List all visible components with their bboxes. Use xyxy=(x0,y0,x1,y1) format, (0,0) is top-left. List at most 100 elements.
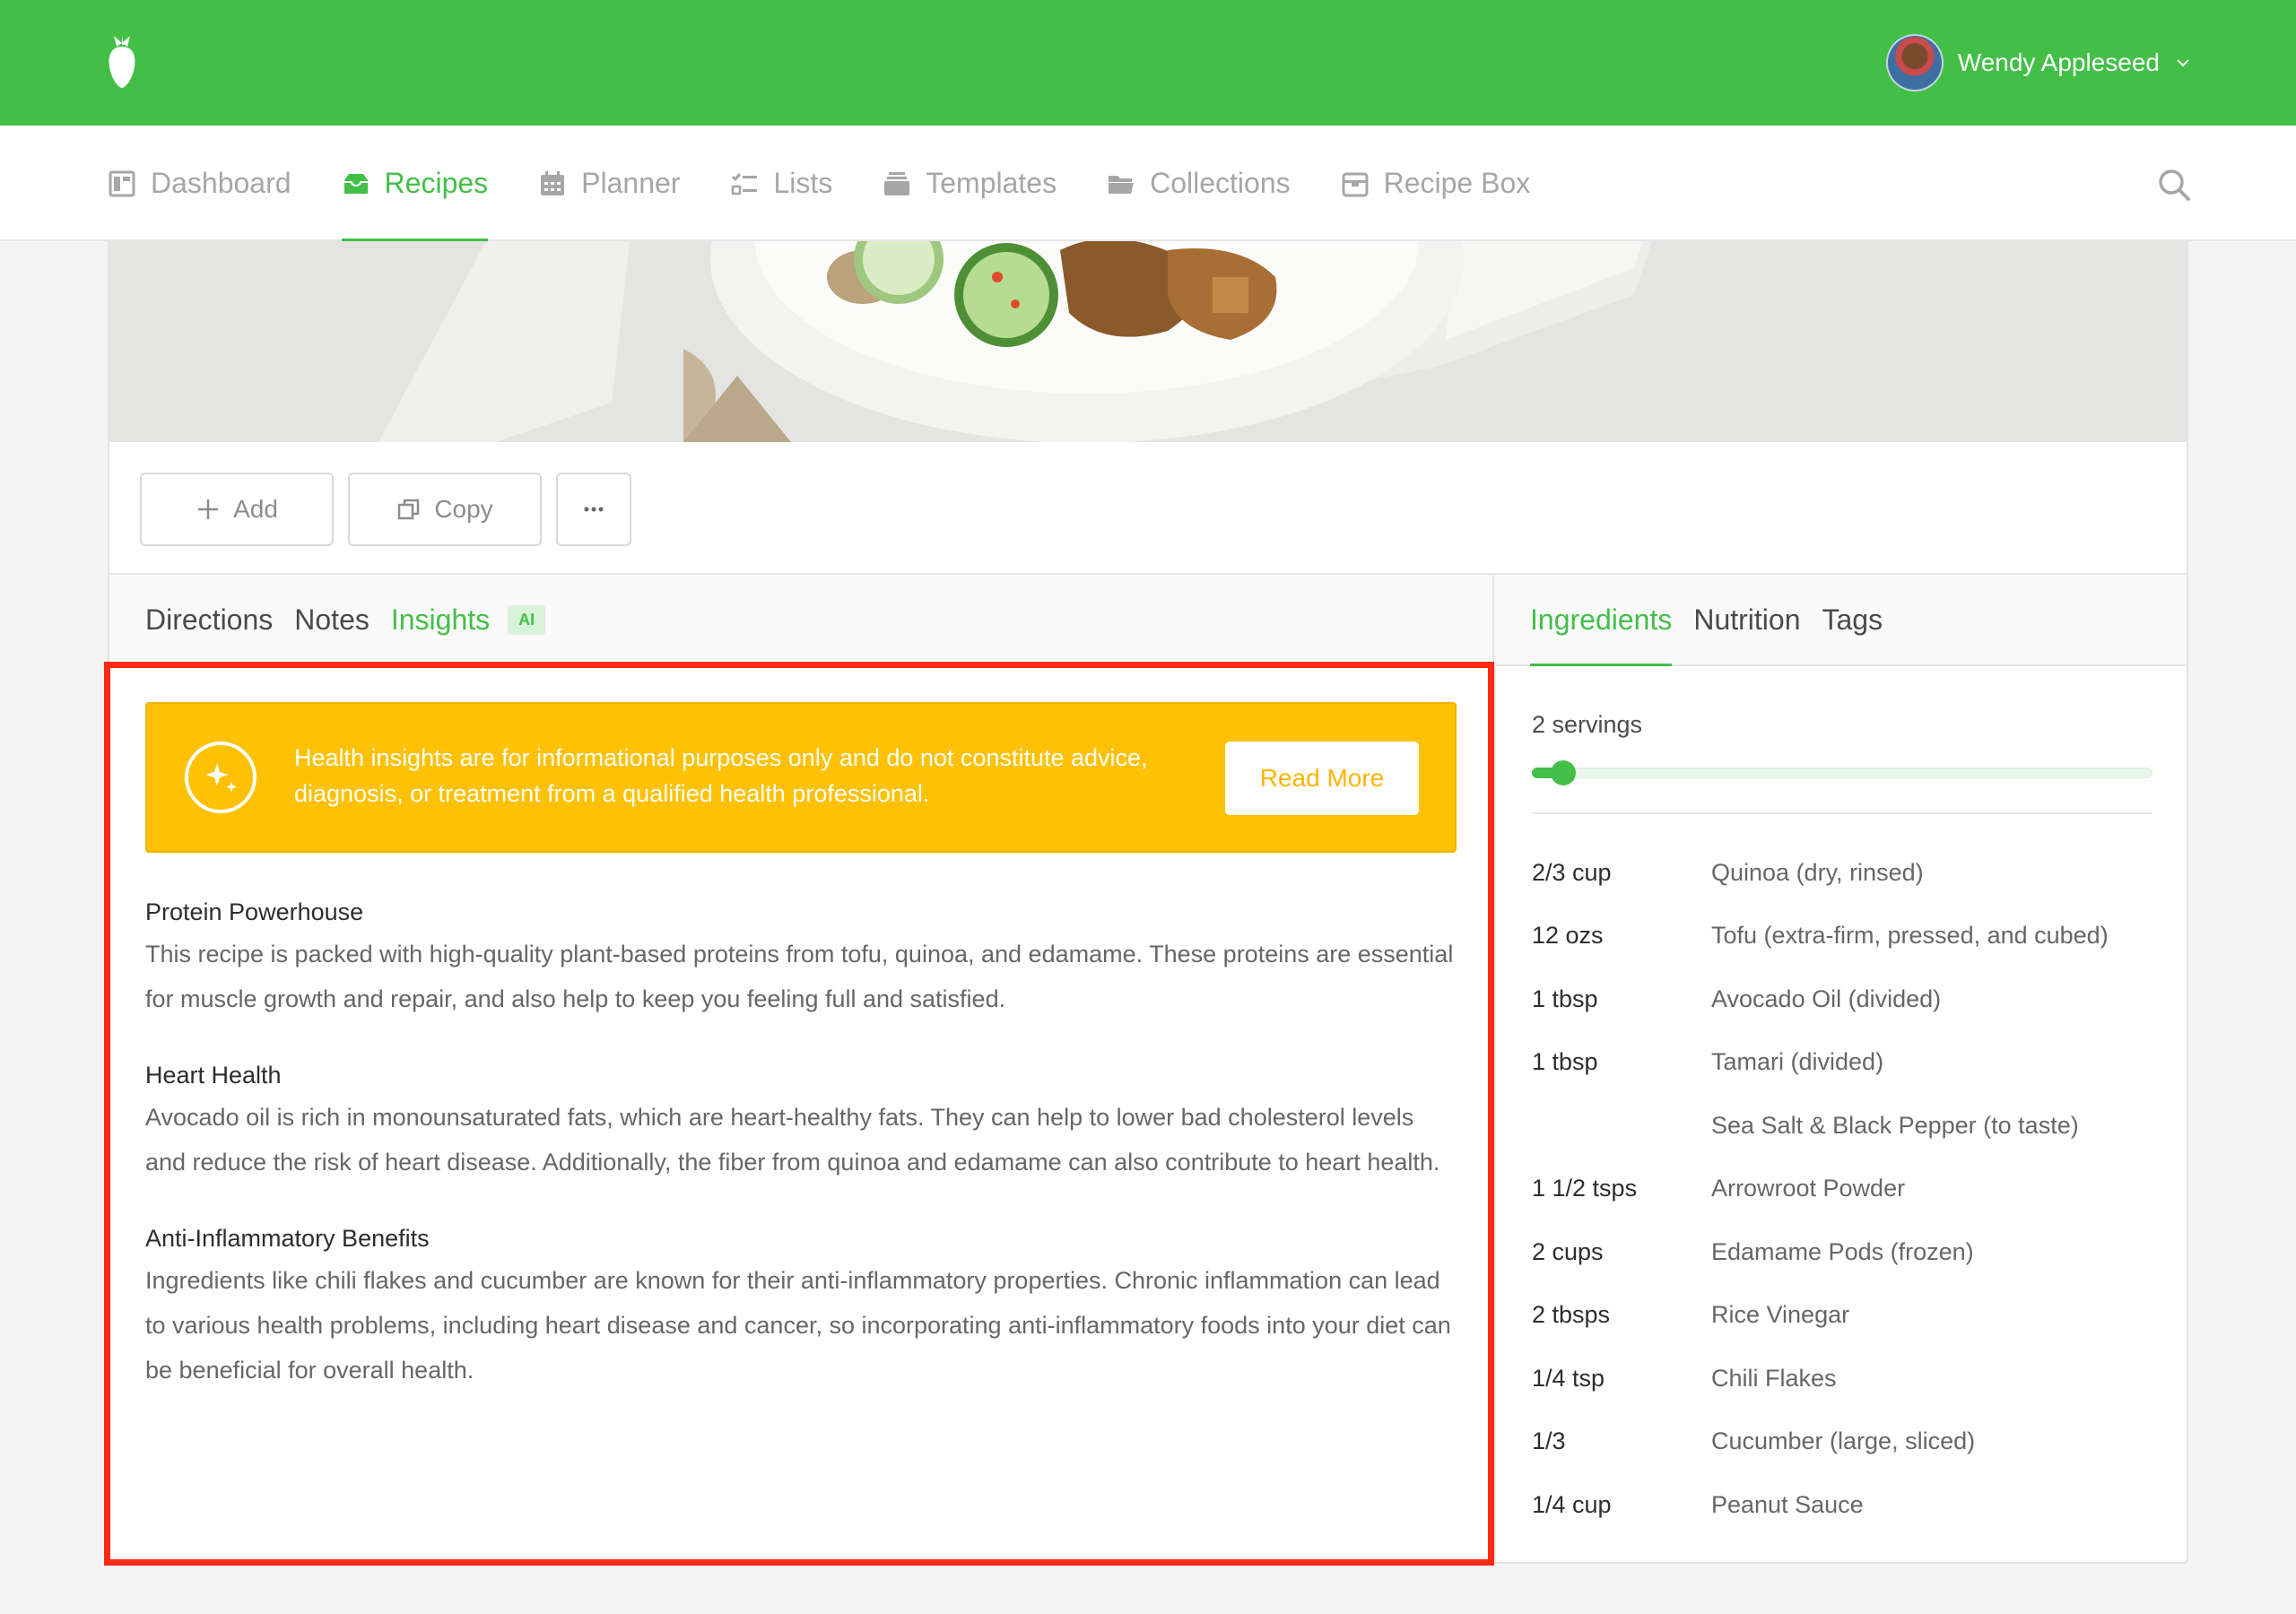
dashboard-icon xyxy=(109,170,135,196)
ingredient-name: Chili Flakes xyxy=(1711,1364,1837,1392)
banner-text: Health insights are for informational pu… xyxy=(294,744,1148,807)
nav-recipe-box[interactable]: Recipe Box xyxy=(1341,126,1531,241)
ingredient-qty: 1 tbsp xyxy=(1532,985,1598,1012)
divider xyxy=(1532,812,2152,814)
tab-nutrition[interactable]: Nutrition xyxy=(1693,575,1800,664)
nav-label: Dashboard xyxy=(151,167,291,199)
ingredient-list: 2/3 cup Quinoa (dry, rinsed) 12 ozs Tofu (… xyxy=(1532,841,2152,1537)
add-button[interactable]: Add xyxy=(140,473,334,546)
insight-body: Avocado oil is rich in monounsaturated f… xyxy=(145,1104,1440,1176)
folder-icon xyxy=(1109,175,1135,194)
nav-recipes[interactable]: Recipes xyxy=(341,126,489,242)
ingredient-name: Sea Salt & Black Pepper (to taste) xyxy=(1711,1111,2079,1139)
plus-icon xyxy=(198,499,219,519)
slider-track[interactable] xyxy=(1532,768,2152,778)
insight-title: Protein Powerhouse xyxy=(145,898,364,925)
recipe-hero-image xyxy=(109,241,2187,442)
ingredient-row: Sea Salt & Black Pepper (to taste) xyxy=(1532,1094,2152,1158)
insight-title: Heart Health xyxy=(145,1062,282,1089)
ingredient-row: 1/4 tsp Chili Flakes xyxy=(1532,1347,2152,1410)
insights-panel: Health insights are for informational pu… xyxy=(145,702,1457,1393)
copy-button[interactable]: Copy xyxy=(348,473,542,546)
ingredient-qty: 2 cups xyxy=(1532,1237,1604,1265)
nav-label: Templates xyxy=(926,167,1057,199)
ingredients-panel: 2 servings 2/3 cup Quinoa (dry, rinsed) 1… xyxy=(1532,666,2152,1537)
ai-badge: AI xyxy=(508,604,546,635)
box-icon xyxy=(1342,172,1369,196)
more-button[interactable] xyxy=(556,473,631,546)
ingredient-name: Cucumber (large, sliced) xyxy=(1711,1427,1976,1455)
ingredient-row: 2 cups Edamame Pods (frozen) xyxy=(1532,1220,2152,1284)
ingredient-qty: 12 ozs xyxy=(1532,922,1604,950)
templates-icon xyxy=(884,171,910,195)
user-name: Wendy Appleseed xyxy=(1957,48,2160,76)
nav-templates[interactable]: Templates xyxy=(883,126,1057,241)
tab-tags[interactable]: Tags xyxy=(1822,575,1883,664)
ingredient-qty: 2 tbsps xyxy=(1532,1301,1611,1329)
nav-label: Recipes xyxy=(384,167,489,199)
insight-section: Anti-Inflammatory Benefits Ingredients l… xyxy=(145,1220,1457,1393)
nav-label: Planner xyxy=(581,167,681,199)
nav-label: Lists xyxy=(773,167,833,199)
insight-body: Ingredients like chili flakes and cucumb… xyxy=(145,1267,1451,1384)
ingredient-name: Arrowroot Powder xyxy=(1711,1175,1906,1202)
ingredient-name: Rice Vinegar xyxy=(1711,1301,1850,1329)
ingredient-row: 2 tbsps Rice Vinegar xyxy=(1532,1284,2152,1348)
recipes-icon xyxy=(344,173,368,194)
ingredient-qty: 1 tbsp xyxy=(1532,1048,1598,1076)
insight-title: Anti-Inflammatory Benefits xyxy=(145,1225,430,1252)
copy-icon xyxy=(398,499,420,520)
ingredient-name: Avocado Oil (divided) xyxy=(1711,985,1942,1012)
ingredient-name: Peanut Sauce xyxy=(1711,1490,1864,1518)
user-menu[interactable]: Wendy Appleseed xyxy=(1885,32,2192,93)
nav-label: Recipe Box xyxy=(1383,167,1531,199)
nav-dashboard[interactable]: Dashboard xyxy=(108,126,291,241)
top-bar: Wendy Appleseed xyxy=(0,0,2296,126)
servings-label: 2 servings xyxy=(1532,711,1643,738)
ingredient-name: Tamari (divided) xyxy=(1711,1048,1884,1076)
ingredient-qty: 1/4 tsp xyxy=(1532,1364,1605,1392)
nav-planner[interactable]: Planner xyxy=(538,126,680,241)
insight-section: Protein Powerhouse This recipe is packed… xyxy=(145,894,1457,1021)
tab-directions[interactable]: Directions xyxy=(145,603,273,637)
ingredient-qty: 2/3 cup xyxy=(1532,858,1612,886)
ingredient-qty: 1/3 xyxy=(1532,1427,1566,1455)
servings-slider[interactable] xyxy=(1532,760,2152,785)
ingredient-row: 2/3 cup Quinoa (dry, rinsed) xyxy=(1532,841,2152,905)
ingredient-qty: 1/4 cup xyxy=(1532,1490,1612,1518)
ingredient-qty: 1 1/2 tsps xyxy=(1532,1175,1638,1202)
recipe-actions: Add Copy xyxy=(109,442,2187,575)
read-more-button[interactable]: Read More xyxy=(1225,742,1419,815)
avatar[interactable] xyxy=(1885,34,1944,91)
chevron-down-icon xyxy=(2177,59,2189,67)
nav-collections[interactable]: Collections xyxy=(1107,126,1291,241)
nav-label: Collections xyxy=(1150,167,1291,199)
calendar-icon xyxy=(541,170,565,195)
tab-notes[interactable]: Notes xyxy=(294,603,370,637)
recipe-card: Add Copy Directions Notes Insights AI In… xyxy=(108,241,2188,1564)
ingredient-name: Quinoa (dry, rinsed) xyxy=(1711,858,1924,886)
main-nav: Dashboard Recipes Planner Lists Template… xyxy=(0,126,2296,242)
insight-section: Heart Health Avocado oil is rich in mono… xyxy=(145,1057,1457,1184)
tab-ingredients[interactable]: Ingredients xyxy=(1530,575,1673,666)
nav-lists[interactable]: Lists xyxy=(730,126,832,241)
search-icon[interactable] xyxy=(2156,167,2192,203)
add-button-label: Add xyxy=(233,495,278,523)
recipe-right-tabs: Ingredients Nutrition Tags xyxy=(1494,575,2187,666)
ingredient-name: Tofu (extra-firm, pressed, and cubed) xyxy=(1711,922,2109,950)
ingredient-name: Edamame Pods (frozen) xyxy=(1711,1237,1974,1265)
panel-divider xyxy=(1494,666,1496,1562)
ingredient-row: 1 1/2 tsps Arrowroot Powder xyxy=(1532,1158,2152,1221)
tab-insights[interactable]: Insights xyxy=(391,603,490,637)
ingredient-row: 1 tbsp Tamari (divided) xyxy=(1532,1031,2152,1095)
health-disclaimer-banner: Health insights are for informational pu… xyxy=(145,702,1457,853)
ingredient-row: 1 tbsp Avocado Oil (divided) xyxy=(1532,968,2152,1031)
insight-body: This recipe is packed with high-quality … xyxy=(145,941,1454,1012)
recipe-left-tabs: Directions Notes Insights AI xyxy=(109,575,1494,666)
list-icon xyxy=(732,172,758,195)
copy-button-label: Copy xyxy=(434,495,493,523)
sparkle-icon xyxy=(185,742,257,813)
slider-handle[interactable] xyxy=(1550,760,1576,785)
logo-icon[interactable] xyxy=(106,34,138,90)
more-icon xyxy=(584,507,604,512)
